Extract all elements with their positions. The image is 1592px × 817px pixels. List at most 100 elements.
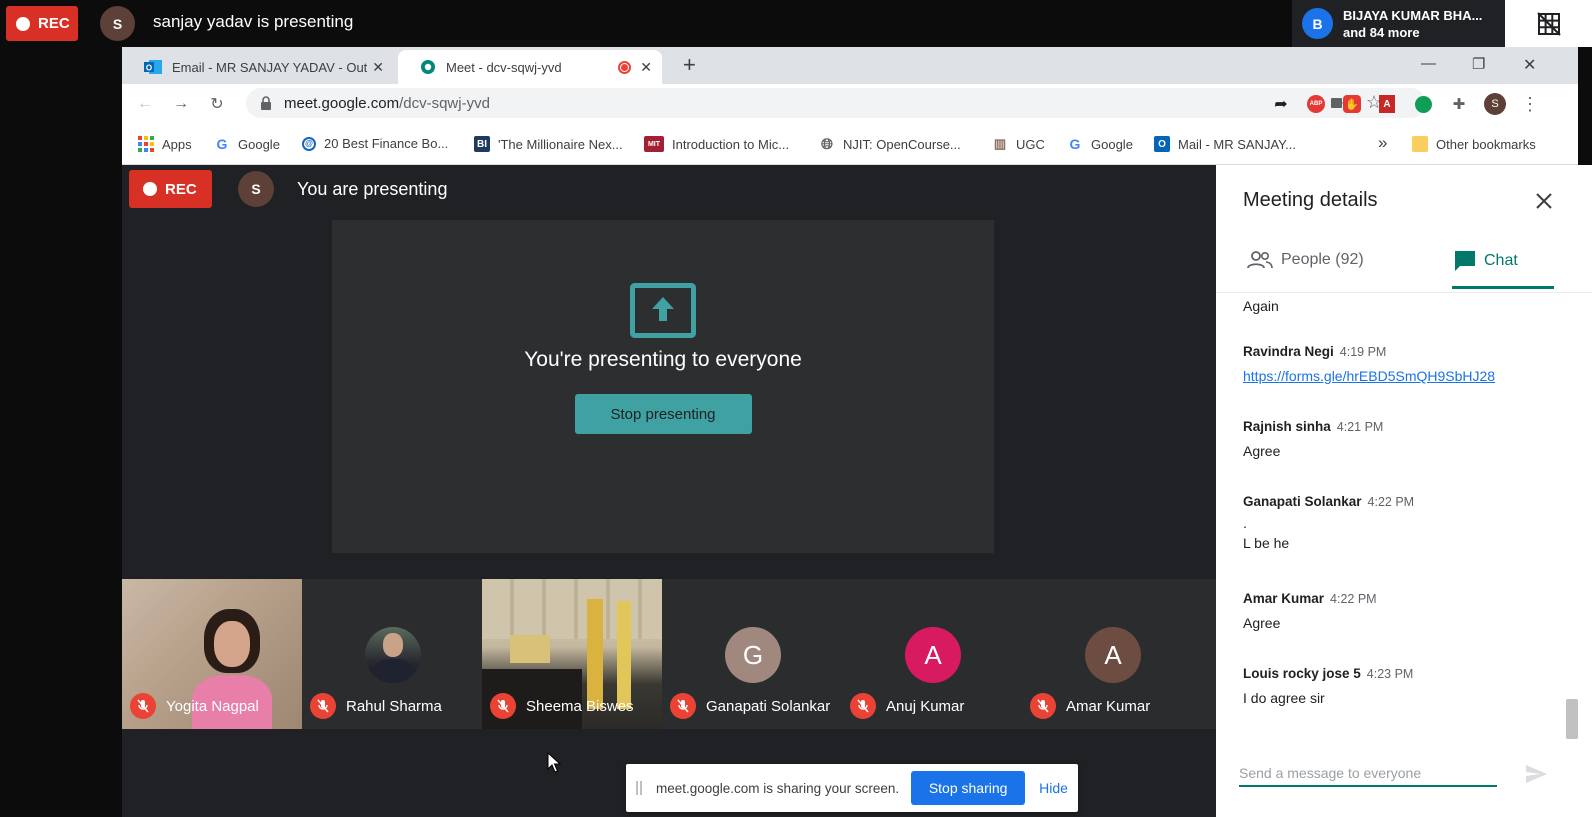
participant-name-row: Rahul Sharma bbox=[302, 693, 484, 719]
rec-dot-icon bbox=[143, 182, 157, 196]
message-time: 4:22 PM bbox=[1330, 592, 1377, 606]
bookmark-google-1[interactable]: G Google bbox=[214, 136, 280, 152]
viewers-indicator[interactable]: B BIJAYA KUMAR BHA... and 84 more bbox=[1292, 0, 1505, 47]
participant-avatar: A bbox=[1085, 627, 1141, 683]
meet-rec-badge: REC bbox=[129, 170, 212, 208]
url-host: meet.google.com bbox=[284, 94, 400, 112]
more-bookmarks-chevron[interactable]: » bbox=[1378, 133, 1387, 153]
layout-grid-button[interactable] bbox=[1505, 0, 1592, 47]
message-time: 4:21 PM bbox=[1336, 420, 1384, 434]
participant-tile[interactable]: A Anuj Kumar bbox=[842, 579, 1024, 729]
chat-tab-underline bbox=[1452, 286, 1554, 289]
message-time: 4:19 PM bbox=[1339, 345, 1387, 359]
stop-sharing-button[interactable]: Stop sharing bbox=[911, 771, 1026, 805]
close-panel-icon[interactable] bbox=[1532, 189, 1556, 213]
meeting-details-panel: Meeting details People (92) Chat Again R… bbox=[1216, 165, 1592, 817]
participant-tile[interactable]: Rahul Sharma bbox=[302, 579, 484, 729]
tab-outlook[interactable]: O Email - MR SANJAY YADAV - Out ✕ bbox=[122, 50, 394, 84]
url-path: /dcv-sqwj-yvd bbox=[399, 94, 490, 112]
close-tab-icon[interactable]: ✕ bbox=[640, 59, 652, 76]
share-arrow-icon[interactable]: ➦ bbox=[1270, 93, 1292, 115]
apps-grid-icon bbox=[138, 136, 154, 152]
tab-strip: O Email - MR SANJAY YADAV - Out ✕ Meet -… bbox=[122, 47, 1578, 84]
extensions-puzzle-icon[interactable]: ✚ bbox=[1448, 93, 1470, 115]
chat-messages: Again Ravindra Negi 4:19 PM https://forms… bbox=[1216, 292, 1592, 737]
participant-name: Anuj Kumar bbox=[886, 697, 965, 715]
address-bar[interactable]: meet.google.com/dcv-sqwj-yvd ☆ bbox=[246, 88, 1426, 118]
bookmark-label: NJIT: OpenCourse... bbox=[843, 136, 961, 152]
window-close-icon[interactable]: ✕ bbox=[1523, 55, 1536, 75]
message-sender: Ravindra Negi bbox=[1243, 344, 1334, 359]
message-time: 4:23 PM bbox=[1366, 667, 1414, 681]
bookmark-millionaire[interactable]: BI 'The Millionaire Nex... bbox=[474, 136, 623, 152]
message-link[interactable]: https://forms.gle/hrEBD5SmQH9SbHJ28 bbox=[1243, 368, 1495, 384]
bookmark-mail[interactable]: O Mail - MR SANJAY... bbox=[1154, 136, 1296, 152]
participant-name: Amar Kumar bbox=[1066, 697, 1151, 715]
viewer-more: and 84 more bbox=[1343, 24, 1420, 40]
viewer-avatar: B bbox=[1302, 8, 1333, 39]
adblock-icon[interactable]: ABP bbox=[1305, 93, 1327, 115]
tab-people[interactable]: People (92) bbox=[1247, 250, 1364, 270]
participant-name: Rahul Sharma bbox=[346, 697, 442, 715]
mic-off-icon bbox=[1030, 693, 1056, 719]
chat-tab-label: Chat bbox=[1484, 252, 1518, 269]
mouse-cursor-icon bbox=[547, 752, 561, 773]
hide-button[interactable]: Hide bbox=[1039, 780, 1068, 796]
close-tab-icon[interactable]: ✕ bbox=[372, 59, 384, 76]
chat-scrollbar[interactable] bbox=[1566, 699, 1578, 739]
viewer-initial: B bbox=[1312, 15, 1323, 32]
google-icon: G bbox=[1069, 136, 1081, 152]
bookmark-label: 20 Best Finance Bo... bbox=[324, 136, 449, 151]
participant-tile[interactable]: Sheema Biswes bbox=[482, 579, 664, 729]
message-text: . bbox=[1243, 515, 1247, 531]
bookmark-label: UGC bbox=[1016, 136, 1045, 152]
chat-icon bbox=[1455, 251, 1475, 271]
participant-tile[interactable]: Yogita Nagpal bbox=[122, 579, 304, 729]
chat-message: Ganapati Solankar 4:22 PM . L be he bbox=[1243, 493, 1414, 551]
present-screen-icon bbox=[630, 283, 696, 338]
restore-icon[interactable]: ❐ bbox=[1472, 55, 1485, 73]
message-text: Again bbox=[1243, 298, 1279, 314]
tab-meet[interactable]: Meet - dcv-sqwj-yvd ✕ bbox=[398, 50, 662, 84]
outlook-icon: O bbox=[144, 60, 162, 74]
stop-presenting-button[interactable]: Stop presenting bbox=[574, 394, 752, 434]
tab-title: Email - MR SANJAY YADAV - Out bbox=[172, 59, 367, 75]
other-bookmarks[interactable]: Other bookmarks bbox=[1412, 136, 1536, 152]
send-icon[interactable] bbox=[1524, 762, 1548, 786]
back-icon[interactable]: ← bbox=[134, 93, 156, 115]
bookmark-finance[interactable]: @ 20 Best Finance Bo... bbox=[302, 136, 448, 151]
bookmark-ugc[interactable]: ▥ UGC bbox=[992, 136, 1045, 152]
bookmark-apps[interactable]: Apps bbox=[138, 136, 192, 152]
message-text: I do agree sir bbox=[1243, 690, 1325, 706]
minimize-icon[interactable]: — bbox=[1421, 55, 1436, 72]
reload-icon[interactable]: ↻ bbox=[206, 93, 228, 115]
drag-grip-icon[interactable] bbox=[636, 781, 642, 795]
bookmark-label: Introduction to Mic... bbox=[672, 136, 790, 152]
stop-hand-icon[interactable]: ✋ bbox=[1341, 93, 1363, 115]
profile-avatar[interactable]: S bbox=[1484, 93, 1506, 115]
participant-initial: A bbox=[924, 639, 942, 670]
participant-tile[interactable]: G Ganapati Solankar bbox=[662, 579, 844, 729]
participant-name-row: Sheema Biswes bbox=[482, 693, 664, 719]
sharing-message: meet.google.com is sharing your screen. bbox=[656, 780, 900, 796]
screen-sharing-bar: meet.google.com is sharing your screen. … bbox=[626, 764, 1078, 812]
bookmark-label: Mail - MR SANJAY... bbox=[1178, 136, 1296, 152]
participant-name: Ganapati Solankar bbox=[706, 697, 831, 715]
hangouts-icon[interactable] bbox=[1412, 93, 1434, 115]
svg-text:O: O bbox=[146, 64, 152, 73]
bookmark-mit[interactable]: MIT Introduction to Mic... bbox=[644, 136, 789, 152]
forward-icon[interactable]: → bbox=[170, 93, 192, 115]
bookmark-google-2[interactable]: G Google bbox=[1067, 136, 1133, 152]
meet-main: REC S You are presenting You're presenti… bbox=[122, 165, 1216, 817]
chat-message-input[interactable] bbox=[1239, 761, 1497, 787]
chrome-menu-icon[interactable]: ⋮ bbox=[1519, 93, 1541, 115]
browser-toolbar: ← → ↻ meet.google.com/dcv-sqwj-yvd ☆ ➦ A… bbox=[122, 84, 1578, 124]
bookmark-njit[interactable]: 🌐︎ NJIT: OpenCourse... bbox=[819, 136, 961, 153]
tab-chat[interactable]: Chat bbox=[1454, 250, 1518, 272]
pdf-icon[interactable]: A bbox=[1376, 93, 1398, 115]
new-tab-button[interactable]: + bbox=[683, 52, 696, 78]
rec-dot-icon bbox=[16, 16, 30, 31]
participant-tile[interactable]: A Amar Kumar bbox=[1022, 579, 1216, 729]
mic-off-icon bbox=[850, 693, 876, 719]
present-title: You're presenting to everyone bbox=[524, 348, 802, 371]
